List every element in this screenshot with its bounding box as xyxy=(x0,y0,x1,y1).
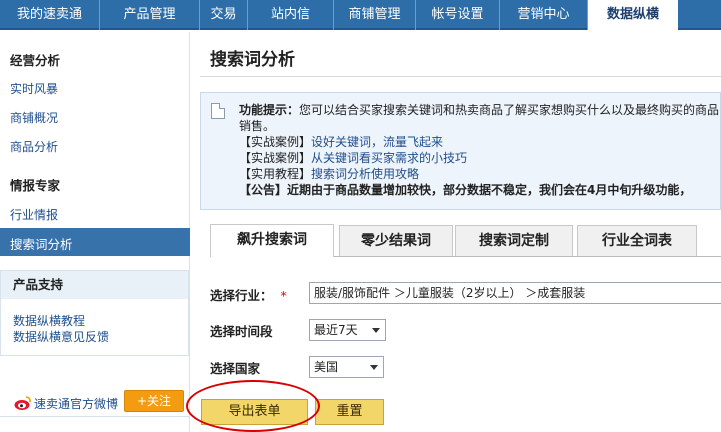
notice-announcement: 【公告】近期由于商品数量增加较快，部分数据不稳定，我们会在4月中旬升级功能， xyxy=(239,183,692,197)
tab-rising-terms[interactable]: 飙升搜索词 xyxy=(210,224,334,257)
nav-tab-trade[interactable]: 交易 xyxy=(200,0,248,30)
tab-industry-terms[interactable]: 行业全词表 xyxy=(577,225,697,256)
notice-text: 您可以结合买家搜索关键词和热卖商品了解买家想购买什么以及最终购买的商品 xyxy=(299,103,720,117)
nav-tab-account[interactable]: 帐号设置 xyxy=(416,0,500,30)
page-title: 搜索词分析 xyxy=(210,50,295,70)
sidebar-item-industry[interactable]: 行业情报 xyxy=(10,206,58,223)
nav-tab-marketing[interactable]: 营销中心 xyxy=(500,0,588,30)
notice-link-buyer-needs[interactable]: 从关键词看买家需求的小技巧 xyxy=(311,151,467,165)
nav-tab-products[interactable]: 产品管理 xyxy=(100,0,200,30)
sidebar-item-product-analysis[interactable]: 商品分析 xyxy=(10,138,58,155)
notice-link-prefix: 【实战案例】 xyxy=(239,151,312,165)
nav-tab-my-aliexpress[interactable]: 我的速卖通 xyxy=(0,0,100,30)
nav-tab-store[interactable]: 商铺管理 xyxy=(334,0,416,30)
period-select[interactable]: 最近7天 xyxy=(309,319,386,341)
follow-button[interactable]: +关注 xyxy=(124,390,184,412)
support-box: 产品支持 数据纵横教程 数据纵横意见反馈 xyxy=(0,270,189,356)
sidebar-section-title: 情报专家 xyxy=(10,178,61,193)
notice-lead: 功能提示： xyxy=(239,103,300,117)
notice-link-prefix: 【实用教程】 xyxy=(239,167,312,181)
notice-link-prefix: 【实战案例】 xyxy=(239,135,312,149)
weibo-icon xyxy=(14,396,31,410)
period-value: 最近7天 xyxy=(314,323,358,337)
support-link-tutorial[interactable]: 数据纵横教程 xyxy=(13,312,85,329)
main-content: 搜索词分析 功能提示：您可以结合买家搜索关键词和热卖商品了解买家想购买什么以及最… xyxy=(200,32,721,432)
notice-link-tutorial[interactable]: 搜索词分析使用攻略 xyxy=(311,167,419,181)
sidebar: 经营分析 实时风暴 商铺概况 商品分析 情报专家 行业情报 搜索词分析 产品支持… xyxy=(0,32,190,432)
notice-box: 功能提示：您可以结合买家搜索关键词和热卖商品了解买家想购买什么以及最终购买的商品… xyxy=(200,92,721,210)
notice-link-row: 【实战案例】从关键词看买家需求的小技巧 xyxy=(239,149,467,166)
highlight-circle xyxy=(186,380,320,432)
sidebar-item-label: 搜索词分析 xyxy=(10,237,73,252)
document-icon xyxy=(211,103,225,119)
reset-button[interactable]: 重置 xyxy=(315,399,384,425)
sidebar-section-title: 经营分析 xyxy=(10,53,61,68)
tab-custom-terms[interactable]: 搜索词定制 xyxy=(455,225,573,256)
support-title: 产品支持 xyxy=(1,271,188,299)
notice-link-row: 【实用教程】搜索词分析使用攻略 xyxy=(239,165,419,182)
industry-label-text: 选择行业： xyxy=(210,288,273,303)
country-label: 选择国家 xyxy=(210,361,261,376)
top-nav: 我的速卖通 产品管理 交易 站内信 商铺管理 帐号设置 营销中心 数据纵横 xyxy=(0,0,721,32)
notice-line: 功能提示：您可以结合买家搜索关键词和热卖商品了解买家想购买什么以及最终购买的商品 xyxy=(239,101,719,118)
notice-link-row: 【实战案例】设好关键词，流量飞起来 xyxy=(239,133,443,150)
chevron-down-icon xyxy=(370,365,378,370)
industry-select[interactable]: 服装/服饰配件 ＞儿童服装（2岁以上） ＞成套服装 xyxy=(309,282,721,304)
period-label: 选择时间段 xyxy=(210,324,273,339)
country-select[interactable]: 美国 xyxy=(309,356,384,378)
nav-tab-data[interactable]: 数据纵横 xyxy=(588,0,678,32)
required-mark: * xyxy=(280,288,287,303)
sidebar-item-realtime[interactable]: 实时风暴 xyxy=(10,80,58,97)
country-value: 美国 xyxy=(314,360,339,374)
notice-text-cont: 销售。 xyxy=(239,119,276,133)
weibo-link[interactable]: 速卖通官方微博 xyxy=(34,395,118,412)
industry-label: 选择行业： * xyxy=(210,285,287,304)
tab-few-results[interactable]: 零少结果词 xyxy=(339,225,453,256)
support-link-feedback[interactable]: 数据纵横意见反馈 xyxy=(13,328,109,345)
sidebar-item-search-terms[interactable]: 搜索词分析 xyxy=(0,228,190,256)
analysis-tabs: 飙升搜索词 零少结果词 搜索词定制 行业全词表 xyxy=(210,224,721,257)
chevron-down-icon xyxy=(372,328,380,333)
nav-tab-messages[interactable]: 站内信 xyxy=(248,0,334,30)
notice-link-keywords[interactable]: 设好关键词，流量飞起来 xyxy=(311,135,443,149)
title-divider xyxy=(200,76,721,77)
sidebar-item-store-overview[interactable]: 商铺概况 xyxy=(10,109,58,126)
